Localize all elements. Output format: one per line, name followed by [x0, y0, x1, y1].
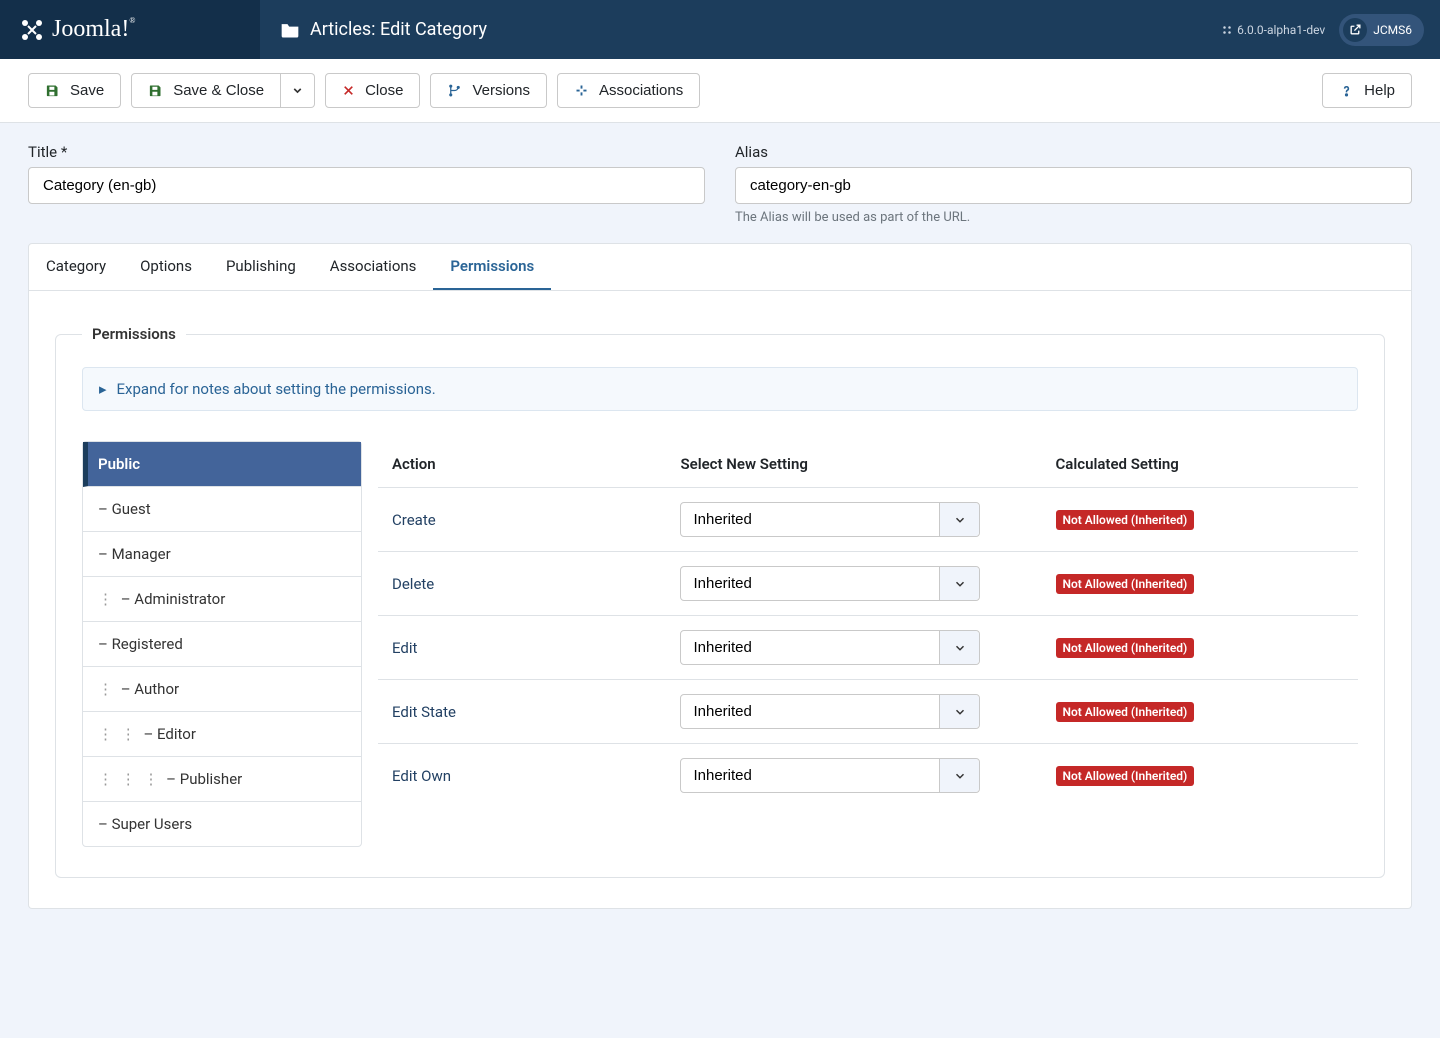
tab-options[interactable]: Options	[123, 244, 209, 290]
associations-icon	[574, 83, 589, 98]
brand-text: Joomla!®	[52, 16, 135, 43]
setting-select-input[interactable]: Inherited	[681, 631, 939, 664]
table-row: Edit StateInherited Not Allowed (Inherite…	[378, 680, 1358, 744]
indent-icon: ⋮ ⋮	[98, 725, 143, 743]
setting-select-input[interactable]: Inherited	[681, 503, 939, 536]
tab-permissions[interactable]: Permissions	[433, 244, 551, 290]
alias-help: The Alias will be used as part of the UR…	[735, 210, 1412, 225]
chevron-down-icon	[939, 567, 979, 600]
col-calculated: Calculated Setting	[1056, 455, 1345, 473]
status-badge: Not Allowed (Inherited)	[1056, 574, 1195, 594]
setting-select[interactable]: Inherited	[680, 502, 980, 537]
toolbar: Save Save & Close Close Versions Associa…	[0, 59, 1440, 123]
status-badge: Not Allowed (Inherited)	[1056, 638, 1195, 658]
permissions-legend: Permissions	[82, 325, 186, 343]
page-title: Articles: Edit Category	[260, 19, 1222, 40]
action-label: Delete	[392, 575, 680, 593]
tab-category[interactable]: Category	[29, 244, 123, 290]
group-item[interactable]: – Manager	[83, 532, 361, 577]
group-item[interactable]: – Registered	[83, 622, 361, 667]
table-row: DeleteInherited Not Allowed (Inherited)	[378, 552, 1358, 616]
user-name: JCMS6	[1373, 23, 1412, 37]
action-label: Edit Own	[392, 767, 680, 785]
save-close-dropdown[interactable]	[281, 73, 315, 108]
setting-select[interactable]: Inherited	[680, 694, 980, 729]
joomla-icon	[20, 18, 44, 42]
form-area: Title * Alias The Alias will be used as …	[0, 123, 1440, 225]
setting-select[interactable]: Inherited	[680, 630, 980, 665]
permissions-fieldset: Permissions ▸ Expand for notes about set…	[55, 325, 1385, 878]
header-right: 6.0.0-alpha1-dev JCMS6	[1222, 14, 1440, 46]
table-row: CreateInherited Not Allowed (Inherited)	[378, 488, 1358, 552]
joomla-small-icon	[1222, 25, 1232, 35]
save-icon	[148, 83, 163, 98]
header: Joomla!® Articles: Edit Category 6.0.0-a…	[0, 0, 1440, 59]
table-row: EditInherited Not Allowed (Inherited)	[378, 616, 1358, 680]
status-badge: Not Allowed (Inherited)	[1056, 766, 1195, 786]
tabs: Category Options Publishing Associations…	[28, 243, 1412, 291]
alias-label: Alias	[735, 143, 1412, 161]
external-link-icon	[1343, 18, 1367, 42]
group-item[interactable]: ⋮ ⋮ ⋮ – Publisher	[83, 757, 361, 802]
group-item[interactable]: ⋮ – Administrator	[83, 577, 361, 622]
chevron-down-icon	[939, 759, 979, 792]
save-icon	[45, 83, 60, 98]
action-label: Create	[392, 511, 680, 529]
indent-icon: ⋮ ⋮ ⋮	[98, 770, 166, 788]
save-button[interactable]: Save	[28, 73, 121, 108]
tab-content: Permissions ▸ Expand for notes about set…	[28, 291, 1412, 909]
branch-icon	[447, 83, 462, 98]
title-label: Title *	[28, 143, 705, 161]
group-item[interactable]: – Super Users	[83, 802, 361, 846]
setting-select-input[interactable]: Inherited	[681, 567, 939, 600]
help-icon	[1339, 83, 1354, 98]
group-item[interactable]: Public	[83, 442, 361, 487]
chevron-down-icon	[939, 695, 979, 728]
help-button[interactable]: Help	[1322, 73, 1412, 108]
col-action: Action	[392, 455, 680, 473]
action-label: Edit	[392, 639, 680, 657]
setting-select[interactable]: Inherited	[680, 566, 980, 601]
group-item[interactable]: ⋮ ⋮ – Editor	[83, 712, 361, 757]
indent-icon: ⋮	[98, 680, 121, 698]
indent-icon: ⋮	[98, 590, 121, 608]
user-badge[interactable]: JCMS6	[1339, 14, 1424, 46]
associations-button[interactable]: Associations	[557, 73, 700, 108]
expand-notes[interactable]: ▸ Expand for notes about setting the per…	[82, 367, 1358, 411]
action-label: Edit State	[392, 703, 680, 721]
setting-select[interactable]: Inherited	[680, 758, 980, 793]
version-text: 6.0.0-alpha1-dev	[1222, 23, 1325, 37]
close-icon	[342, 84, 355, 97]
group-item[interactable]: – Guest	[83, 487, 361, 532]
versions-button[interactable]: Versions	[430, 73, 547, 108]
save-close-button[interactable]: Save & Close	[131, 73, 281, 108]
permissions-table: Action Select New Setting Calculated Set…	[378, 441, 1358, 847]
title-field[interactable]	[28, 167, 705, 204]
tab-publishing[interactable]: Publishing	[209, 244, 313, 290]
col-setting: Select New Setting	[680, 455, 1055, 473]
alias-field[interactable]	[735, 167, 1412, 204]
status-badge: Not Allowed (Inherited)	[1056, 510, 1195, 530]
chevron-down-icon	[939, 503, 979, 536]
chevron-down-icon	[291, 84, 304, 97]
setting-select-input[interactable]: Inherited	[681, 695, 939, 728]
chevron-down-icon	[939, 631, 979, 664]
folder-icon	[280, 20, 300, 40]
expand-arrow-icon: ▸	[99, 380, 107, 398]
brand-logo[interactable]: Joomla!®	[0, 0, 260, 59]
tab-associations[interactable]: Associations	[313, 244, 434, 290]
group-item[interactable]: ⋮ – Author	[83, 667, 361, 712]
setting-select-input[interactable]: Inherited	[681, 759, 939, 792]
close-button[interactable]: Close	[325, 73, 420, 108]
table-row: Edit OwnInherited Not Allowed (Inherited)	[378, 744, 1358, 807]
group-list: Public– Guest– Manager⋮ – Administrator–…	[82, 441, 362, 847]
status-badge: Not Allowed (Inherited)	[1056, 702, 1195, 722]
